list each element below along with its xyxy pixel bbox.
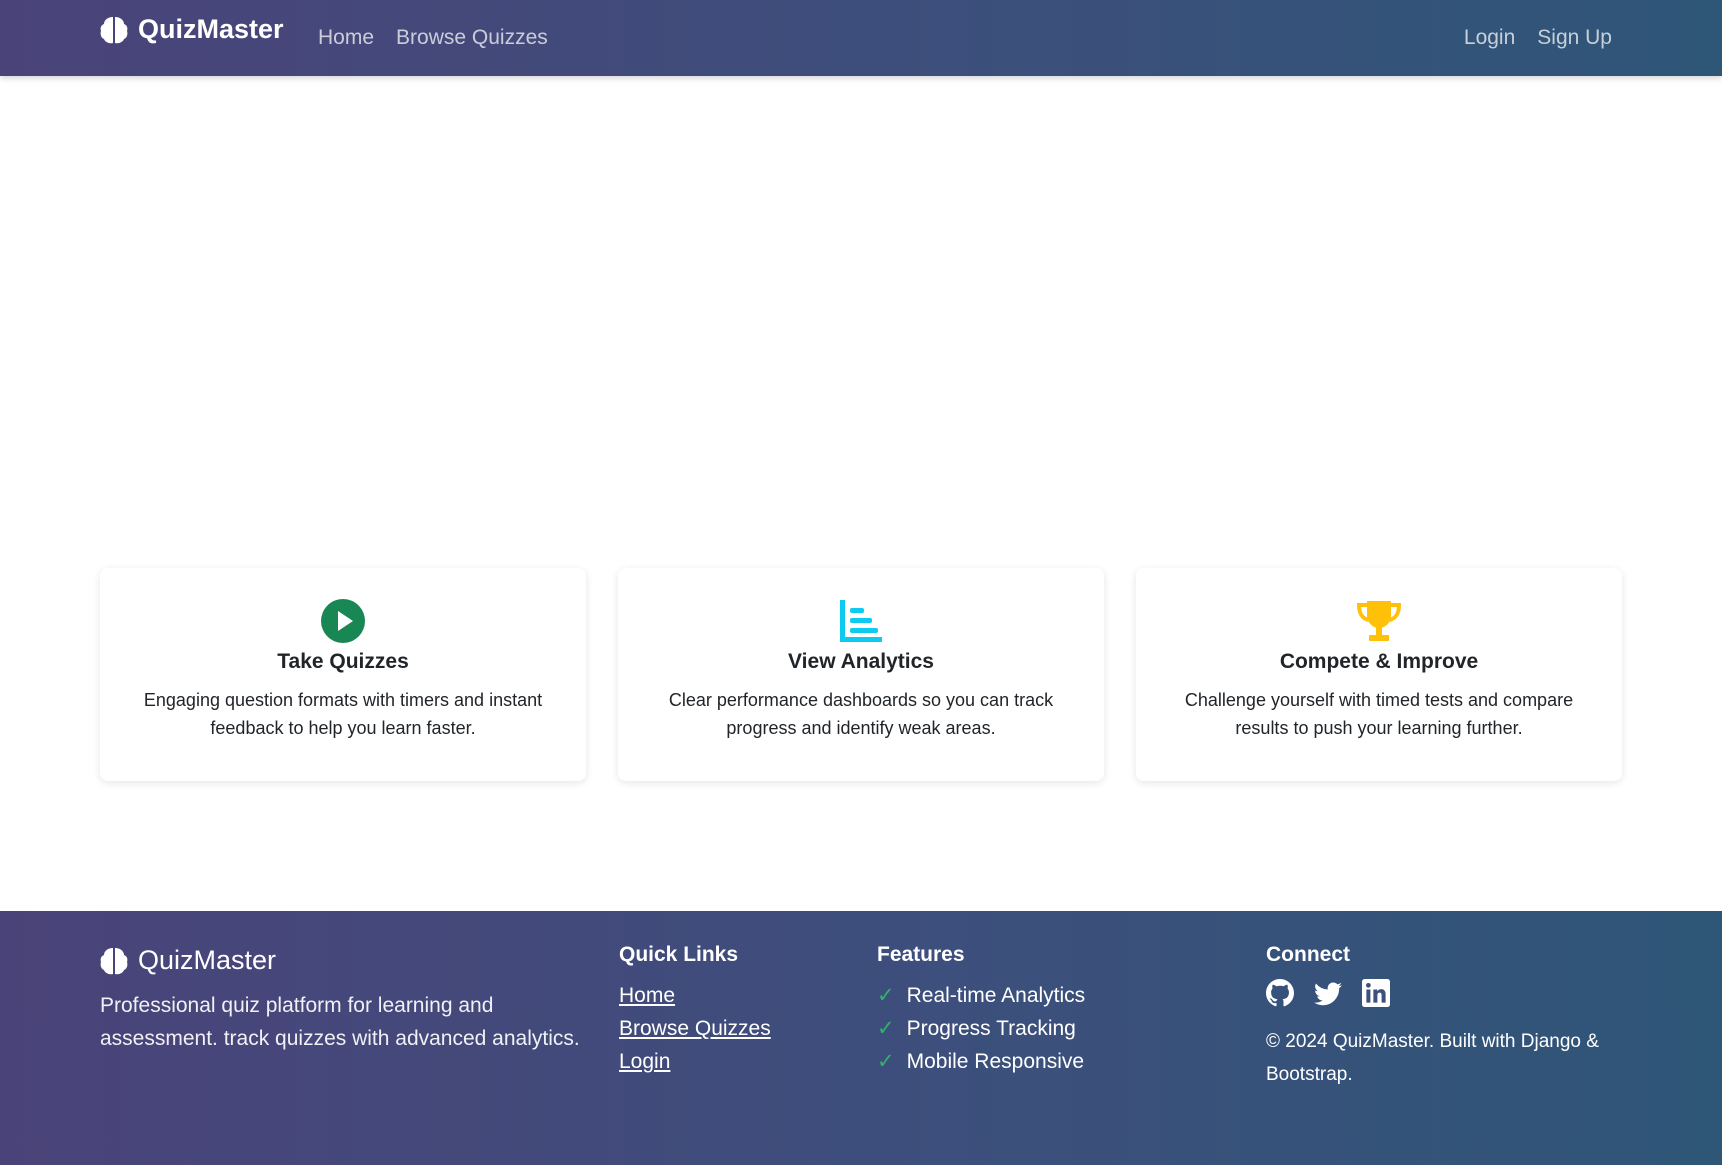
check-icon: ✓ — [877, 1017, 895, 1040]
feature-list-item: ✓ Real-time Analytics — [877, 984, 1086, 1007]
brain-icon — [100, 947, 128, 974]
feature-text: Challenge yourself with timed tests and … — [1184, 690, 1574, 738]
feature-title: View Analytics — [788, 650, 934, 673]
nav-link-login[interactable]: Login — [1464, 24, 1515, 52]
feature-text: Clear performance dashboards so you can … — [668, 690, 1054, 738]
quick-links-heading: Quick Links — [619, 943, 739, 966]
feature-text: Engaging question formats with timers an… — [143, 690, 543, 738]
features-heading: Features — [877, 943, 965, 966]
bar-chart-icon — [840, 600, 882, 642]
check-icon: ✓ — [877, 984, 895, 1007]
footer-link-browse-quizzes[interactable]: Browse Quizzes — [619, 1017, 771, 1040]
footer-brand-name: QuizMaster — [138, 945, 277, 975]
nav-link-signup[interactable]: Sign Up — [1537, 24, 1612, 52]
feature-card-take-quizzes: Take Quizzes Engaging question formats w… — [100, 568, 586, 781]
footer-quick-links: Quick Links Home Browse Quizzes Login — [619, 943, 771, 1078]
feature-card-compete-improve: Compete & Improve Challenge yourself wit… — [1136, 568, 1622, 781]
brain-icon — [100, 16, 128, 43]
check-icon: ✓ — [877, 1050, 895, 1073]
nav-links-left: Home Browse Quizzes — [318, 24, 548, 52]
nav-link-browse-quizzes[interactable]: Browse Quizzes — [396, 24, 548, 52]
twitter-icon[interactable] — [1314, 979, 1342, 1007]
play-circle-icon — [321, 599, 365, 643]
footer-description: Professional quiz platform for learning … — [100, 994, 580, 1050]
feature-list-item: ✓ Mobile Responsive — [877, 1050, 1085, 1073]
trophy-icon — [1356, 601, 1402, 641]
nav-link-home[interactable]: Home — [318, 24, 374, 52]
feature-title: Compete & Improve — [1279, 650, 1479, 673]
site-footer: QuizMaster Professional quiz platform fo… — [0, 911, 1722, 1165]
github-icon[interactable] — [1266, 979, 1294, 1007]
brand-name: QuizMaster — [138, 14, 284, 44]
footer-features: Features ✓ Real-time Analytics ✓ Progress … — [877, 943, 1085, 1078]
footer-link-home[interactable]: Home — [619, 984, 675, 1007]
connect-heading: Connect — [1266, 943, 1350, 966]
nav-links-right: Login Sign Up — [1464, 24, 1612, 52]
social-links — [1266, 979, 1626, 1007]
footer-brand: QuizMaster — [100, 945, 276, 976]
feature-title: Take Quizzes — [277, 650, 409, 673]
linkedin-icon[interactable] — [1362, 979, 1390, 1007]
features-section: Take Quizzes Engaging question formats w… — [100, 568, 1622, 781]
copyright-text: © 2024 QuizMaster. Built with Django & B… — [1266, 1031, 1599, 1085]
footer-link-login[interactable]: Login — [619, 1050, 670, 1073]
brand-link[interactable]: QuizMaster — [100, 14, 284, 45]
top-navbar: QuizMaster Home Browse Quizzes Login Sig… — [0, 0, 1722, 76]
footer-connect: Connect © 2024 QuizMaster. Built with Dj… — [1266, 943, 1626, 1091]
feature-list-item: ✓ Progress Tracking — [877, 1017, 1076, 1040]
feature-card-view-analytics: View Analytics Clear performance dashboa… — [618, 568, 1104, 781]
